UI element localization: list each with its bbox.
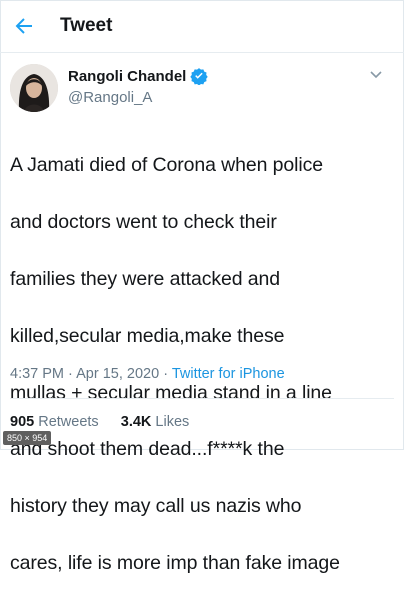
- tweet-text-line: and doctors went to check their: [10, 211, 277, 234]
- divider: [10, 398, 394, 399]
- tweet-text-line: mullas + secular media stand in a line: [10, 381, 332, 404]
- verified-badge-icon: [190, 68, 209, 85]
- tweet-stats: 905 Retweets 3.4K Likes: [10, 414, 189, 430]
- tweet-text: A Jamati died of Corona when police and …: [10, 123, 402, 606]
- retweets-count: 905: [10, 414, 35, 430]
- tweet-text-line: history they may call us nazis who: [10, 495, 302, 518]
- author-handle[interactable]: @Rangoli_A: [68, 89, 152, 106]
- meta-separator: ·: [163, 366, 169, 382]
- retweets-label: Retweets: [38, 414, 99, 430]
- avatar-image: [10, 64, 58, 112]
- avatar[interactable]: [10, 64, 58, 112]
- likes-label: Likes: [155, 414, 190, 430]
- author-name[interactable]: Rangoli Chandel: [68, 68, 186, 85]
- tweet-text-line: killed,secular media,make these: [10, 324, 285, 347]
- meta-separator: ·: [68, 366, 73, 382]
- tweet-text-line: cares, life is more imp than fake image: [10, 552, 340, 575]
- tweet-source-link[interactable]: Twitter for iPhone: [172, 366, 285, 382]
- tweet-text-line: families they were attacked and: [10, 268, 281, 291]
- page-title: Tweet: [60, 15, 113, 36]
- likes-count: 3.4K: [120, 414, 152, 430]
- tweet-meta: 4:37 PM · Apr 15, 2020 · Twitter for iPh…: [10, 366, 285, 382]
- tweet-time[interactable]: 4:37 PM: [10, 366, 64, 382]
- retweets-stat[interactable]: 905 Retweets: [10, 414, 103, 430]
- chevron-down-icon[interactable]: [368, 66, 384, 82]
- likes-stat[interactable]: 3.4K Likes: [121, 414, 190, 430]
- image-size-badge: 850 × 954: [3, 431, 52, 445]
- back-arrow-icon[interactable]: [12, 14, 36, 38]
- tweet-header: Tweet: [0, 0, 404, 53]
- tweet-text-line: A Jamati died of Corona when police: [10, 154, 324, 177]
- author-name-row[interactable]: Rangoli Chandel: [68, 67, 209, 85]
- tweet-date[interactable]: Apr 15, 2020: [76, 366, 159, 382]
